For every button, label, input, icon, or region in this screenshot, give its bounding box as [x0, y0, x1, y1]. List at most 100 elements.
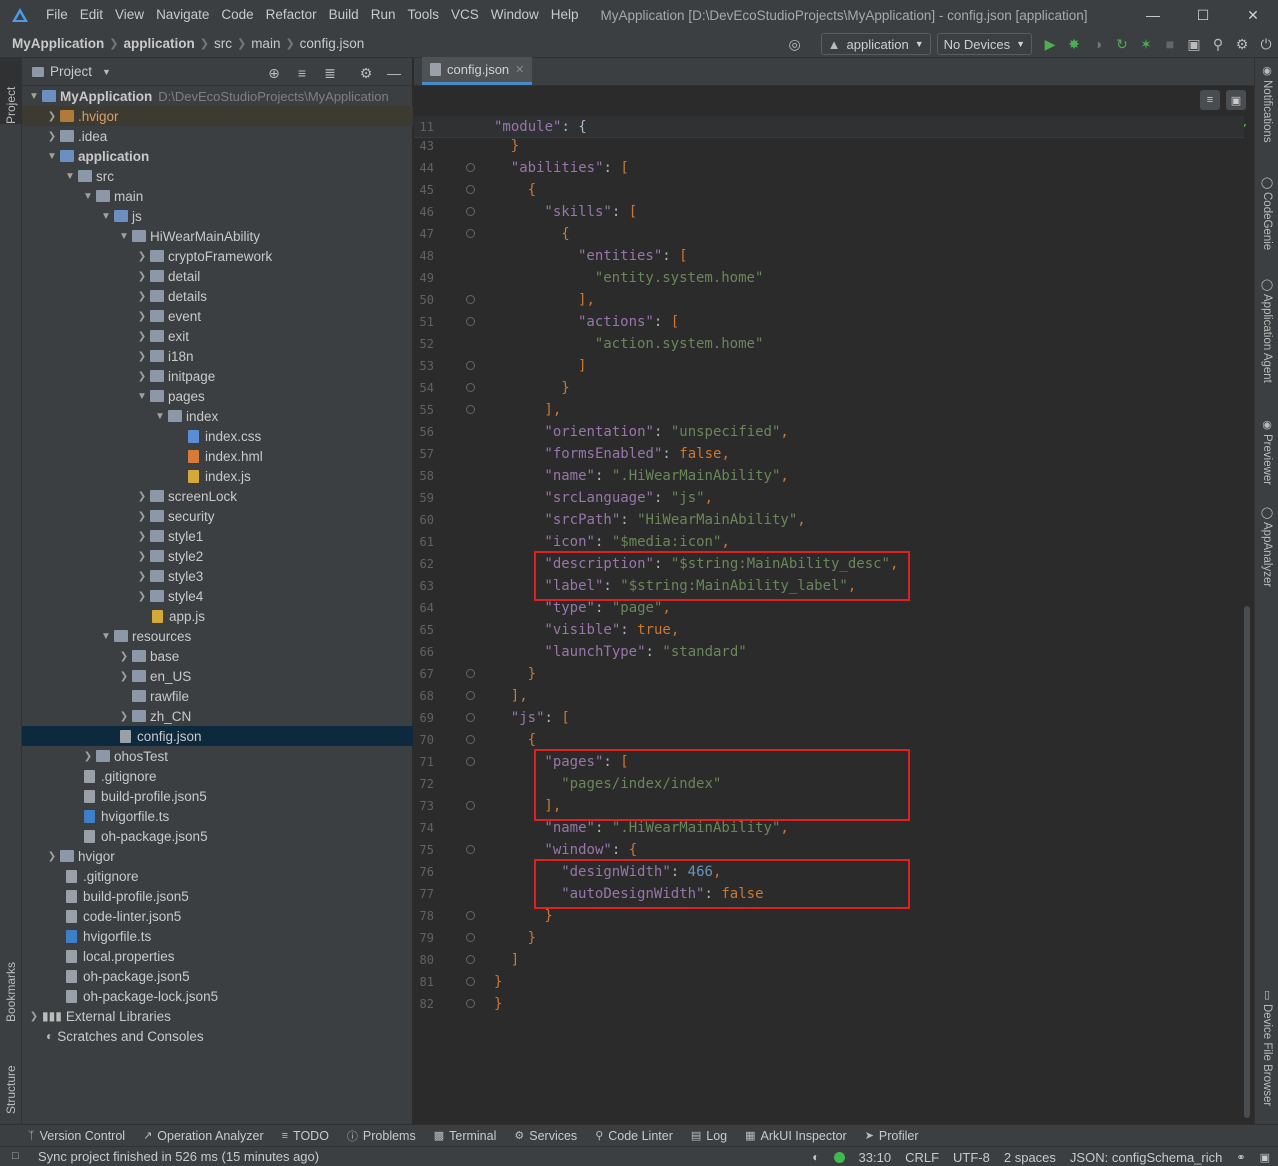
tree-item[interactable]: build-profile.json5 [22, 886, 413, 906]
profile-icon[interactable]: ✶ [1134, 32, 1158, 56]
chevron-right-icon[interactable]: ❯ [134, 531, 150, 542]
tool-version-control[interactable]: ᛉ Version Control [28, 1129, 125, 1143]
code-line[interactable]: 46 "skills": [ [414, 201, 1244, 223]
chevron-right-icon[interactable]: ❯ [116, 671, 132, 682]
tree-item[interactable]: ▼ pages [22, 386, 413, 406]
tree-item[interactable]: ❯ style1 [22, 526, 413, 546]
file-encoding[interactable]: UTF-8 [953, 1150, 990, 1165]
fold-marker-icon[interactable] [466, 405, 475, 414]
reader-mode-icon[interactable]: ≡ [1200, 90, 1220, 110]
tree-item[interactable]: hvigorfile.ts [22, 806, 413, 826]
chevron-right-icon[interactable]: ❯ [134, 331, 150, 342]
expand-all-icon[interactable]: ≡ [290, 61, 314, 85]
fold-marker-icon[interactable] [466, 691, 475, 700]
tree-item[interactable]: ▼ js [22, 206, 413, 226]
fold-marker-icon[interactable] [466, 955, 475, 964]
run-icon[interactable]: ▶ [1038, 32, 1062, 56]
status-message[interactable]: Sync project finished in 526 ms (15 minu… [38, 1149, 319, 1164]
chevron-right-icon[interactable]: ❯ [134, 371, 150, 382]
gear-icon[interactable]: ⚙ [1230, 32, 1254, 56]
chevron-right-icon[interactable]: ❯ [134, 571, 150, 582]
tree-item[interactable]: ▼ src [22, 166, 413, 186]
chevron-down-icon[interactable]: ▼ [26, 91, 42, 102]
tree-item[interactable]: oh-package-lock.json5 [22, 986, 413, 1006]
code-line[interactable]: 51 "actions": [ [414, 311, 1244, 333]
fold-marker-icon[interactable] [466, 713, 475, 722]
tree-item[interactable]: ❯ details [22, 286, 413, 306]
fold-marker-icon[interactable] [466, 845, 475, 854]
tab-codegenie[interactable]: ◯ CodeGenie [1255, 176, 1278, 250]
tree-item[interactable]: ▼ resources [22, 626, 413, 646]
tree-item[interactable]: ❯ ohosTest [22, 746, 413, 766]
chevron-right-icon[interactable]: ❯ [80, 751, 96, 762]
tree-item[interactable]: ❯ initpage [22, 366, 413, 386]
device-select[interactable]: No Devices ▼ [936, 33, 1032, 55]
tab-config-json[interactable]: config.json ✕ [422, 57, 533, 85]
tool-profiler[interactable]: ➤ Profiler [865, 1129, 919, 1143]
tab-device-file-browser[interactable]: ▯ Device File Browser [1255, 988, 1278, 1106]
indent-setting[interactable]: 2 spaces [1004, 1150, 1056, 1165]
code-line[interactable]: 53] [414, 355, 1244, 377]
menu-edit[interactable]: Edit [74, 0, 109, 30]
menu-help[interactable]: Help [545, 0, 585, 30]
tool-problems[interactable]: ⓘ Problems [347, 1128, 416, 1144]
code-line[interactable]: 45 { [414, 179, 1244, 201]
fold-marker-icon[interactable] [466, 735, 475, 744]
chevron-right-icon[interactable]: ❯ [134, 351, 150, 362]
chevron-right-icon[interactable]: ❯ [134, 551, 150, 562]
code-line[interactable]: 70 { [414, 729, 1244, 751]
tree-item[interactable]: index.css [22, 426, 413, 446]
tree-item[interactable]: build-profile.json5 [22, 786, 413, 806]
code-area[interactable]: 11 "module": {43} 44 "abilities": [45{46 "sk… [414, 116, 1244, 1124]
module-select[interactable]: ▲ application ▼ [820, 33, 931, 55]
code-line[interactable]: 80] [414, 949, 1244, 971]
tree-item[interactable]: ❯ security [22, 506, 413, 526]
chevron-down-icon[interactable]: ▼ [80, 191, 96, 202]
code-line[interactable]: 79} [414, 927, 1244, 949]
chevron-right-icon[interactable]: ❯ [44, 851, 60, 862]
layout-icon[interactable]: □ [12, 1150, 19, 1162]
code-line[interactable]: 65 "visible": true, [414, 619, 1244, 641]
line-separator[interactable]: CRLF [905, 1150, 939, 1165]
code-line[interactable]: 82} [414, 993, 1244, 1015]
tree-item[interactable]: ▼ MyApplication D:\DevEcoStudioProjects\My… [22, 86, 413, 106]
tree-item[interactable]: ▼ application [22, 146, 413, 166]
tree-item[interactable]: oh-package.json5 [22, 966, 413, 986]
tree-item[interactable]: ❯ .hvigor [22, 106, 413, 126]
fold-marker-icon[interactable] [466, 207, 475, 216]
minimize-icon[interactable]: — [1128, 0, 1178, 30]
chevron-right-icon[interactable]: ❯ [134, 511, 150, 522]
tree-item[interactable]: ❯ cryptoFramework [22, 246, 413, 266]
tool-arkui-inspector[interactable]: ▦ ArkUI Inspector [745, 1129, 847, 1143]
code-line[interactable]: 55], [414, 399, 1244, 421]
menu-build[interactable]: Build [323, 0, 365, 30]
device-manager-icon[interactable]: ▣ [1182, 32, 1206, 56]
tree-item[interactable]: ❯ event [22, 306, 413, 326]
code-line[interactable]: 69 "js": [ [414, 707, 1244, 729]
tab-appanalyzer[interactable]: ◯ AppAnalyzer [1255, 506, 1278, 587]
code-line[interactable]: 66 "launchType": "standard" [414, 641, 1244, 663]
tree-item[interactable]: local.properties [22, 946, 413, 966]
code-line[interactable]: 67} [414, 663, 1244, 685]
breadcrumb-src[interactable]: src [214, 36, 232, 51]
fold-marker-icon[interactable] [466, 295, 475, 304]
tree-item-selected[interactable]: config.json [22, 726, 413, 746]
fold-marker-icon[interactable] [466, 383, 475, 392]
chevron-right-icon[interactable]: ❯ [134, 311, 150, 322]
fold-marker-icon[interactable] [466, 911, 475, 920]
code-line[interactable]: 61 "icon": "$media:icon", [414, 531, 1244, 553]
codegenie-status-icon[interactable]: ◐ [812, 1150, 819, 1164]
chevron-right-icon[interactable]: ❯ [134, 591, 150, 602]
chevron-right-icon[interactable]: ❯ [44, 131, 60, 142]
fold-marker-icon[interactable] [466, 977, 475, 986]
code-line[interactable]: 54} [414, 377, 1244, 399]
tree-item[interactable]: ❯ style2 [22, 546, 413, 566]
fold-marker-icon[interactable] [466, 229, 475, 238]
tab-structure[interactable]: Structure [0, 1038, 22, 1114]
chevron-down-icon[interactable]: ▼ [116, 231, 132, 242]
menu-vcs[interactable]: VCS [445, 0, 485, 30]
tree-item[interactable]: .gitignore [22, 766, 413, 786]
menu-view[interactable]: View [109, 0, 150, 30]
close-icon[interactable]: ✕ [1228, 0, 1278, 30]
tree-item[interactable]: oh-package.json5 [22, 826, 413, 846]
